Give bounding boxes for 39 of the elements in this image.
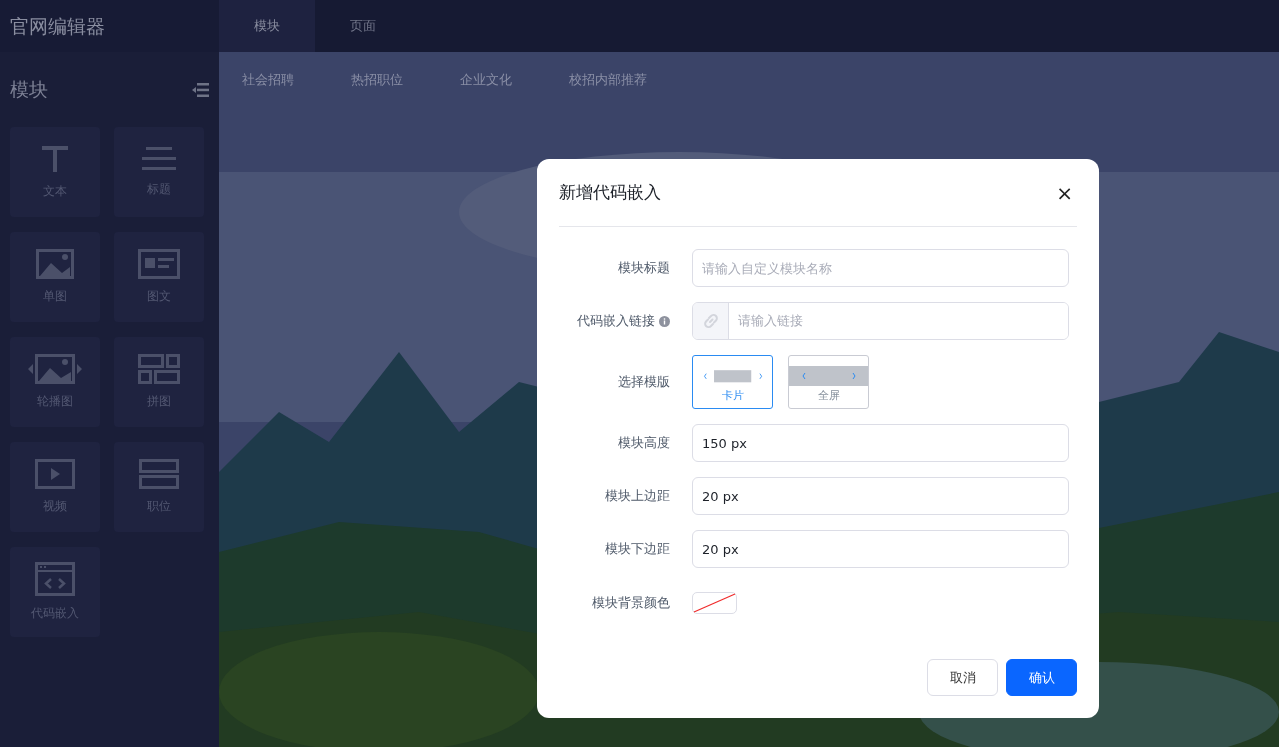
site-nav-link[interactable]: 企业文化 bbox=[460, 70, 512, 90]
text-icon bbox=[40, 144, 70, 174]
close-button[interactable]: × bbox=[1052, 182, 1077, 203]
rows-icon bbox=[139, 459, 179, 489]
fullscreen-preview-icon bbox=[789, 366, 868, 386]
field-label: 模块高度 bbox=[618, 434, 670, 453]
site-nav-link[interactable]: 校招内部推荐 bbox=[569, 70, 647, 90]
image-icon bbox=[36, 249, 74, 279]
app-title: 官网编辑器 bbox=[10, 13, 105, 39]
field-label: 模块下边距 bbox=[605, 540, 670, 559]
collapse-icon[interactable] bbox=[192, 82, 209, 97]
video-icon bbox=[35, 459, 75, 489]
site-nav-link[interactable]: 社会招聘 bbox=[242, 70, 294, 90]
field-label: 选择模版 bbox=[618, 373, 670, 392]
lines-icon bbox=[142, 146, 176, 172]
field-label: 代码嵌入链接 bbox=[577, 312, 655, 331]
confirm-button[interactable]: 确认 bbox=[1006, 659, 1077, 696]
panel-title: 模块 bbox=[10, 77, 48, 103]
field-label: 模块上边距 bbox=[605, 487, 670, 506]
carousel-icon bbox=[28, 354, 82, 384]
grid-icon bbox=[138, 354, 180, 384]
text-field[interactable]: 20 px bbox=[692, 477, 1069, 515]
text-field[interactable]: 150 px bbox=[692, 424, 1069, 462]
cancel-button[interactable]: 取消 bbox=[927, 659, 998, 696]
nav-tab[interactable]: 模块 bbox=[219, 0, 315, 52]
text-field[interactable]: 请输入自定义模块名称 bbox=[692, 249, 1069, 287]
template-option[interactable]: 卡片 bbox=[692, 355, 773, 409]
field-label: 模块标题 bbox=[618, 259, 670, 278]
dialog-title: 新增代码嵌入 bbox=[559, 180, 661, 204]
color-picker[interactable] bbox=[692, 592, 737, 614]
link-icon bbox=[702, 313, 719, 329]
template-option[interactable]: 全屏 bbox=[788, 355, 869, 409]
code-icon bbox=[35, 562, 75, 596]
site-nav-link[interactable]: 热招职位 bbox=[351, 70, 403, 90]
image-text-icon bbox=[138, 249, 180, 279]
nav-tab[interactable]: 页面 bbox=[315, 0, 411, 52]
field-label: 模块背景颜色 bbox=[592, 594, 670, 613]
link-field[interactable]: 请输入链接 bbox=[692, 302, 1069, 340]
text-field[interactable]: 20 px bbox=[692, 530, 1069, 568]
